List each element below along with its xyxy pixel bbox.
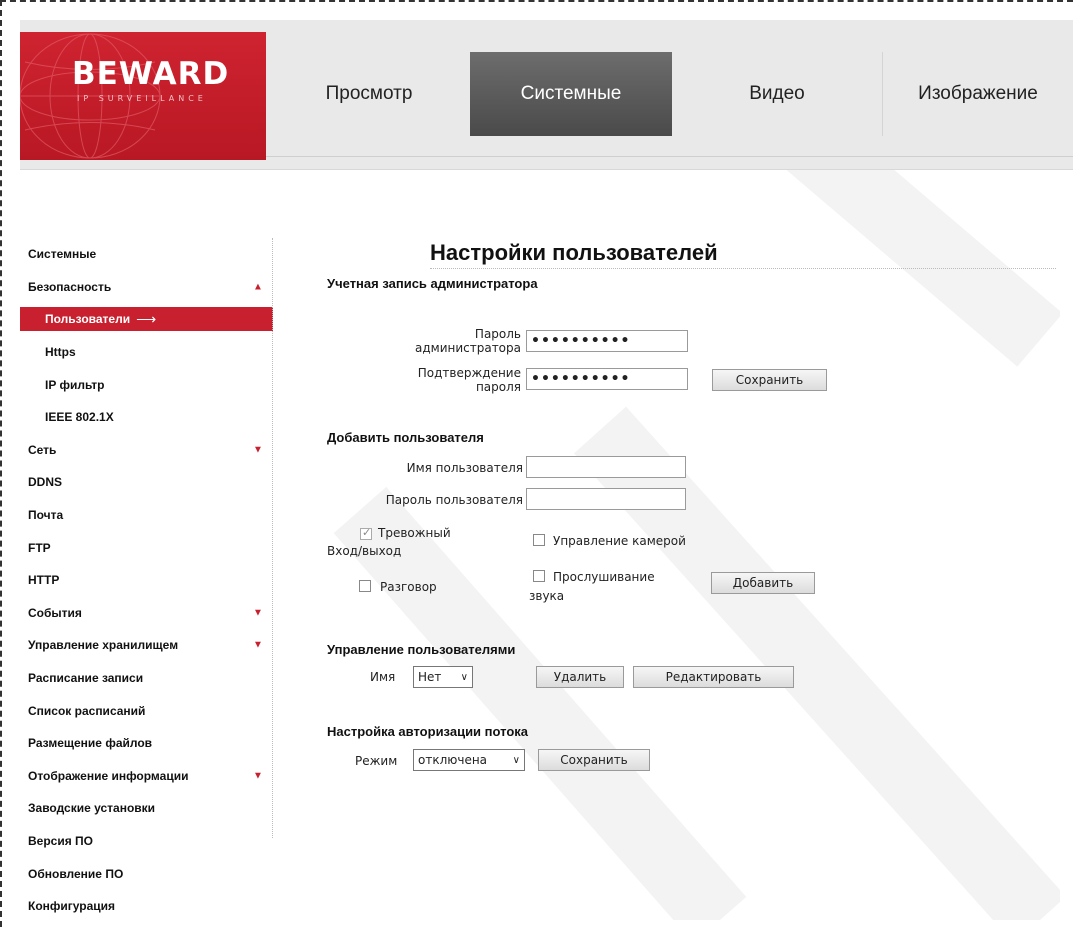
caret-down-icon: ▼: [253, 639, 263, 651]
caret-down-icon: ▼: [253, 770, 263, 782]
admin-password-field[interactable]: ••••••••••: [526, 330, 688, 352]
sidebar-item-ftp[interactable]: FTP: [20, 531, 273, 564]
sidebar-item-label: Https: [45, 345, 76, 360]
sidebar-item-label: Размещение файлов: [28, 736, 153, 751]
add-user-button[interactable]: Добавить: [711, 572, 815, 594]
sidebar-item-label: Список расписаний: [28, 703, 146, 718]
sidebar-item-label: HTTP: [28, 573, 60, 588]
talk-label: Разговор: [380, 580, 437, 594]
camera-control-checkbox[interactable]: [533, 534, 545, 546]
delete-user-button[interactable]: Удалить: [536, 666, 624, 688]
page-title: Настройки пользователей: [430, 240, 718, 265]
sidebar-item-label: Заводские установки: [28, 801, 156, 816]
camera-control-label: Управление камерой: [553, 534, 686, 548]
sidebar-item-label: Безопасность: [28, 279, 112, 294]
sidebar-item-label: IP фильтр: [45, 377, 105, 392]
sidebar-item-system[interactable]: Системные: [20, 238, 273, 271]
caret-up-icon: ▲: [253, 281, 263, 293]
sidebar-item-factory-defaults[interactable]: Заводские установки: [20, 792, 273, 825]
sidebar-item-label: События: [28, 605, 82, 620]
listen-audio-label: Прослушивание: [553, 570, 655, 584]
chevron-down-icon: ∨: [512, 754, 520, 766]
admin-section-title: Учетная запись администратора: [327, 276, 538, 291]
stream-mode-label: Режим: [355, 754, 398, 768]
sidebar-item-ip-filter[interactable]: IP фильтр: [20, 368, 273, 401]
user-password-input[interactable]: [526, 488, 686, 510]
sidebar-item-label: Сеть: [28, 442, 57, 457]
arrow-right-icon: ⟶: [136, 310, 157, 327]
sidebar-item-label: Системные: [28, 247, 97, 262]
beward-logo: BEWARD IP SURVEILLANCE: [20, 32, 266, 160]
logo-tagline: IP SURVEILLANCE: [77, 94, 207, 103]
sidebar-item-firmware-version[interactable]: Версия ПО: [20, 825, 273, 858]
sidebar-item-events[interactable]: События ▼: [20, 597, 273, 630]
sidebar-item-configuration[interactable]: Конфигурация: [20, 890, 273, 923]
username-label: Имя пользователя: [406, 461, 523, 475]
stream-auth-section-title: Настройка авторизации потока: [327, 724, 529, 739]
sidebar-item-label: Обновление ПО: [28, 866, 124, 881]
stream-auth-save-button[interactable]: Сохранить: [538, 749, 650, 771]
talk-checkbox[interactable]: [359, 580, 371, 592]
sidebar-divider: [272, 238, 273, 838]
sidebar-item-label: IEEE 802.1X: [45, 410, 114, 425]
alarm-io-label: Тревожный: [378, 526, 451, 540]
sidebar-item-ieee[interactable]: IEEE 802.1X: [20, 401, 273, 434]
sidebar-item-file-placement[interactable]: Размещение файлов: [20, 727, 273, 760]
sidebar-item-info-display[interactable]: Отображение информации ▼: [20, 760, 273, 793]
alarm-io-label-line2: Вход/выход: [327, 544, 402, 558]
admin-save-button[interactable]: Сохранить: [712, 369, 827, 391]
sidebar-item-label: Управление хранилищем: [28, 638, 179, 653]
sidebar-item-firmware-update[interactable]: Обновление ПО: [20, 857, 273, 890]
logo-name: BEWARD: [72, 56, 230, 92]
sidebar-item-http[interactable]: HTTP: [20, 564, 273, 597]
sidebar-item-label: Расписание записи: [28, 671, 144, 686]
sidebar-item-network[interactable]: Сеть ▼: [20, 434, 273, 467]
user-name-select[interactable]: Нет ∨: [413, 666, 473, 688]
title-divider: [430, 268, 1056, 269]
sidebar-item-label: FTP: [28, 540, 51, 555]
add-user-section-title: Добавить пользователя: [327, 430, 484, 445]
sidebar-item-label: DDNS: [28, 475, 63, 490]
manage-users-section-title: Управление пользователями: [327, 642, 516, 657]
sidebar-item-mail[interactable]: Почта: [20, 499, 273, 532]
admin-confirm-label: Подтверждение пароля: [417, 366, 521, 394]
user-password-label: Пароль пользователя: [385, 493, 523, 507]
sidebar-item-record-schedule[interactable]: Расписание записи: [20, 662, 273, 695]
caret-down-icon: ▼: [253, 444, 263, 456]
tab-view[interactable]: Просмотр: [268, 52, 470, 136]
caret-down-icon: ▼: [253, 607, 263, 619]
sidebar-item-label: Почта: [28, 508, 64, 523]
listen-audio-checkbox[interactable]: [533, 570, 545, 582]
manage-name-label: Имя: [370, 670, 396, 684]
sidebar-item-label: Отображение информации: [28, 768, 189, 783]
admin-password-label: Пароль администратора: [414, 327, 521, 355]
sidebar-item-label: Конфигурация: [28, 899, 116, 914]
edit-user-button[interactable]: Редактировать: [633, 666, 794, 688]
tab-image[interactable]: Изображение: [882, 52, 1073, 136]
sidebar-item-schedule-list[interactable]: Список расписаний: [20, 694, 273, 727]
sidebar-item-label: Пользователи: [45, 312, 131, 327]
tab-video[interactable]: Видео: [672, 52, 882, 136]
chevron-down-icon: ∨: [460, 671, 468, 683]
sidebar: Системные Безопасность ▲ Пользователи ⟶ Ht…: [20, 238, 273, 922]
sidebar-item-label: Версия ПО: [28, 833, 94, 848]
sidebar-item-users[interactable]: Пользователи ⟶: [20, 307, 273, 332]
tab-system[interactable]: Системные: [470, 52, 672, 136]
stream-mode-select[interactable]: отключена ∨: [413, 749, 525, 771]
alarm-io-checkbox[interactable]: [360, 526, 372, 540]
sidebar-item-storage[interactable]: Управление хранилищем ▼: [20, 629, 273, 662]
sidebar-item-security[interactable]: Безопасность ▲: [20, 271, 273, 304]
listen-audio-label-line2: звука: [529, 589, 565, 603]
admin-confirm-field[interactable]: ••••••••••: [526, 368, 688, 390]
top-nav: Просмотр Системные Видео Изображение: [268, 52, 1073, 136]
sidebar-item-https[interactable]: Https: [20, 336, 273, 369]
username-input[interactable]: [526, 456, 686, 478]
sidebar-item-ddns[interactable]: DDNS: [20, 466, 273, 499]
